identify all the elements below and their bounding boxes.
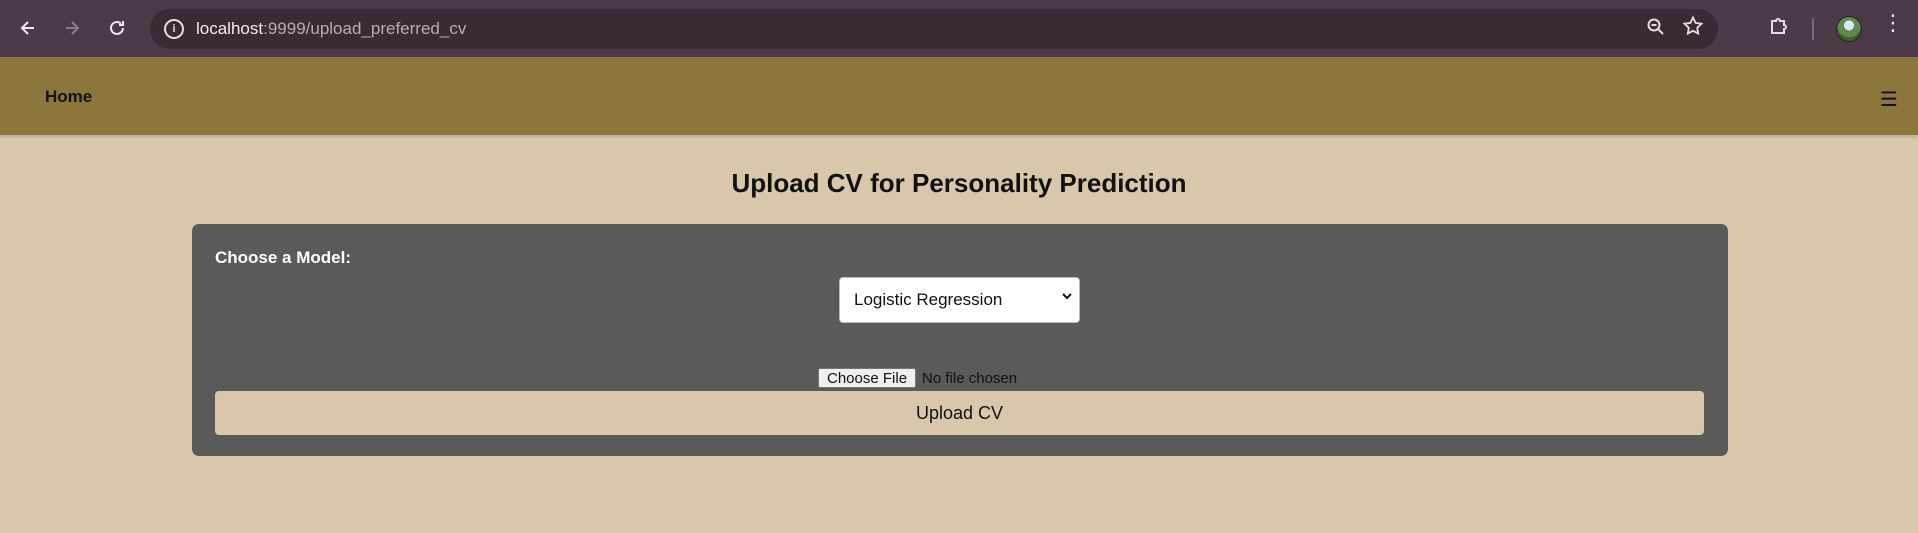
upload-form-card: Choose a Model: Logistic Regression Choo…: [192, 224, 1728, 456]
choose-file-button[interactable]: Choose File: [818, 368, 917, 388]
upload-cv-button[interactable]: Upload CV: [215, 391, 1704, 435]
model-selected-value: Logistic Regression: [854, 290, 1003, 309]
url-path: :9999/upload_preferred_cv: [263, 19, 467, 38]
reload-icon[interactable]: [103, 14, 131, 42]
url-text[interactable]: localhost:9999/upload_preferred_cv: [196, 19, 466, 39]
address-bar[interactable]: i localhost:9999/upload_preferred_cv: [150, 9, 1718, 49]
browser-toolbar: i localhost:9999/upload_preferred_cv ⋮: [0, 0, 1918, 57]
forward-arrow-icon[interactable]: [58, 14, 86, 42]
site-navbar: Home ☰: [0, 57, 1918, 135]
chevron-down-icon: [1061, 289, 1073, 307]
url-host: localhost: [196, 19, 264, 38]
nav-home-link[interactable]: Home: [45, 87, 92, 107]
back-arrow-icon[interactable]: [14, 14, 42, 42]
model-select[interactable]: Logistic Regression: [839, 277, 1080, 323]
hamburger-menu-icon[interactable]: ☰: [1880, 87, 1898, 112]
page-title: Upload CV for Personality Prediction: [731, 168, 1187, 198]
file-input: Choose File No file chosen: [818, 368, 1017, 388]
toolbar-divider: [1812, 18, 1814, 40]
zoom-icon[interactable]: [1646, 17, 1666, 42]
profile-avatar[interactable]: [1836, 16, 1862, 42]
model-label: Choose a Model:: [215, 248, 352, 267]
bookmark-star-icon[interactable]: [1682, 15, 1704, 43]
extensions-icon[interactable]: [1768, 15, 1790, 43]
more-menu-icon[interactable]: ⋮: [1882, 12, 1904, 34]
site-info-icon[interactable]: i: [164, 19, 184, 39]
file-status-text: No file chosen: [922, 369, 1018, 387]
